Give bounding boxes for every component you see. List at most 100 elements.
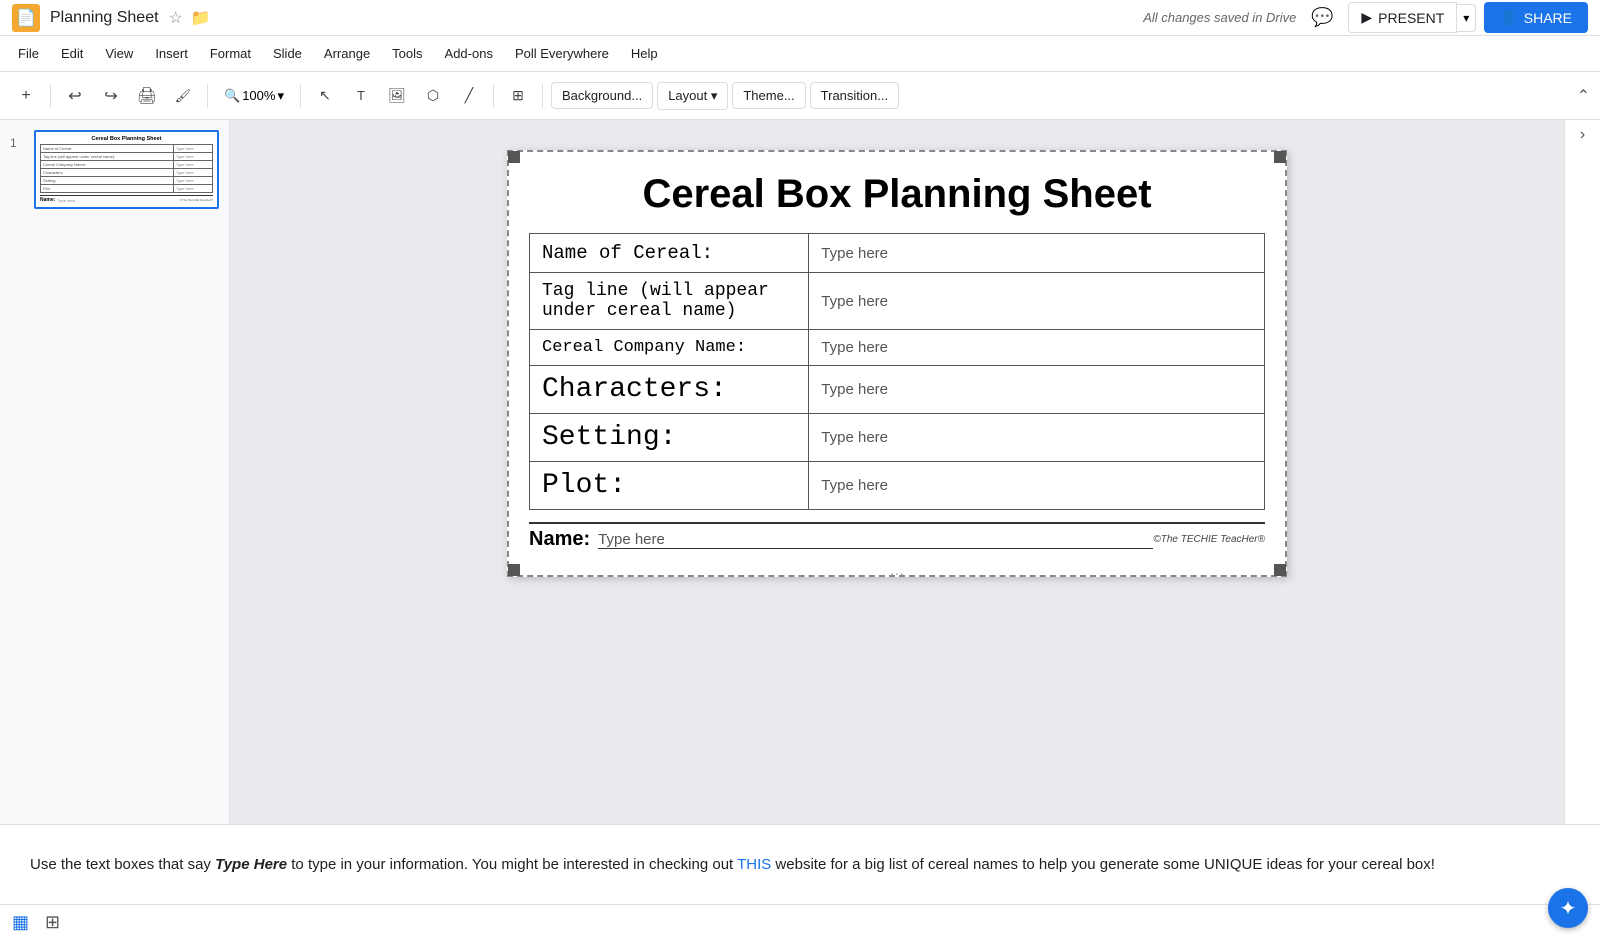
table-row-tagline: Tag line (will appearunder cereal name) … [530,273,1265,330]
assist-button[interactable]: ✦ [1548,888,1588,928]
separator-3 [300,84,301,108]
zoom-control[interactable]: 🔍 100% ▾ [216,84,292,108]
zoom-label: 100% [242,88,275,103]
input-company[interactable]: Type here [809,330,1265,366]
table-row: Cereal Company Name: Type here [41,161,213,169]
table-row: Tag line (will appear under cereal name)… [41,153,213,161]
resize-handle[interactable]: ··· [890,565,904,581]
thumb-name-row: Name: Type here ©The TECHIE TeacHer® [40,195,213,203]
planning-table: Name of Cereal: Type here Tag line (will… [529,233,1265,510]
paint-format-button[interactable]: 🖌 [167,80,199,112]
separator-2 [207,84,208,108]
corner-tl [508,151,520,163]
main-content: 1 Cereal Box Planning Sheet Name of Cere… [0,120,1600,824]
add-button[interactable]: + [10,80,42,112]
corner-tr [1274,151,1286,163]
type-here-emphasis: Type Here [215,856,287,873]
label-plot: Plot: [530,462,809,510]
menu-poll[interactable]: Poll Everywhere [505,42,619,65]
input-characters[interactable]: Type here [809,366,1265,414]
shape-tool[interactable]: ⬡ [417,80,449,112]
menu-slide[interactable]: Slide [263,42,312,65]
name-label: Name: [529,528,590,551]
slide-1-container: 1 Cereal Box Planning Sheet Name of Cere… [10,130,219,209]
share-button[interactable]: 👤 SHARE [1484,2,1588,33]
present-icon: ▶ [1361,9,1372,26]
slideshow-view-button[interactable]: ▦ [12,912,29,933]
table-row-cereal-name: Name of Cereal: Type here [530,234,1265,273]
document-title[interactable]: Planning Sheet [50,9,159,27]
table-row: Setting Type here [41,177,213,185]
menu-format[interactable]: Format [200,42,261,65]
table-row-characters: Characters: Type here [530,366,1265,414]
folder-icon[interactable]: 📁 [191,8,211,28]
menu-help[interactable]: Help [621,42,668,65]
table-row: Characters Type here [41,169,213,177]
text-tool[interactable]: T [345,80,377,112]
input-tagline[interactable]: Type here [809,273,1265,330]
save-status: All changes saved in Drive [1143,10,1296,25]
bottom-note: Use the text boxes that say Type Here to… [0,824,1600,904]
separator-4 [493,84,494,108]
input-cereal-name[interactable]: Type here [809,234,1265,273]
grid-view-button[interactable]: ⊞ [45,912,60,933]
corner-br [1274,564,1286,576]
toolbar-right: ⌃ [1577,86,1590,106]
copyright: ©The TECHIE TeacHer® [1153,534,1265,545]
menu-file[interactable]: File [8,42,49,65]
app-icon: 📄 [12,4,40,32]
transition-button[interactable]: Transition... [810,82,899,109]
present-caret-button[interactable]: ▾ [1457,4,1476,32]
name-input[interactable]: Type here [598,531,1153,549]
thumb-table: Name of Cereal: Type here Tag line (will… [40,144,213,193]
background-button[interactable]: Background... [551,82,653,109]
theme-button[interactable]: Theme... [732,82,805,109]
table-row-plot: Plot: Type here [530,462,1265,510]
collapse-icon[interactable]: ⌃ [1577,88,1590,105]
add-slide-button[interactable]: ⊞ [502,80,534,112]
canvas-area[interactable]: Cereal Box Planning Sheet Name of Cereal… [230,120,1564,824]
collapse-right-icon[interactable]: › [1580,126,1585,144]
table-row: Plot Type here [41,185,213,193]
bottom-note-text: Use the text boxes that say Type Here to… [30,856,1435,873]
print-button[interactable]: 🖨 [131,80,163,112]
slide-title[interactable]: Cereal Box Planning Sheet [529,172,1265,217]
comments-button[interactable]: 💬 [1304,0,1340,36]
bottom-toolbar: ▦ ⊞ [0,904,1600,940]
right-panel: › [1564,120,1600,824]
table-row-setting: Setting: Type here [530,414,1265,462]
present-button-group: ▶ PRESENT ▾ [1348,2,1476,33]
title-icons: ☆ 📁 [169,8,211,28]
zoom-caret: ▾ [277,88,284,104]
menu-arrange[interactable]: Arrange [314,42,380,65]
menu-bar: File Edit View Insert Format Slide Arran… [0,36,1600,72]
slide-number-1: 1 [10,136,26,150]
this-link[interactable]: THIS [737,856,771,873]
table-row-company: Cereal Company Name: Type here [530,330,1265,366]
separator-5 [542,84,543,108]
menu-insert[interactable]: Insert [145,42,198,65]
corner-bl [508,564,520,576]
slide-thumbnail-1[interactable]: Cereal Box Planning Sheet Name of Cereal… [34,130,219,209]
image-tool[interactable]: 🖼 [381,80,413,112]
layout-button[interactable]: Layout ▾ [657,82,728,110]
menu-addons[interactable]: Add-ons [435,42,503,65]
input-plot[interactable]: Type here [809,462,1265,510]
menu-tools[interactable]: Tools [382,42,432,65]
cursor-tool[interactable]: ↖ [309,80,341,112]
present-button[interactable]: ▶ PRESENT [1348,2,1457,33]
menu-edit[interactable]: Edit [51,42,93,65]
table-row: Name of Cereal: Type here [41,145,213,153]
redo-button[interactable]: ↪ [95,80,127,112]
undo-button[interactable]: ↩ [59,80,91,112]
menu-view[interactable]: View [95,42,143,65]
label-setting: Setting: [530,414,809,462]
share-icon: 👤 [1500,9,1517,26]
star-icon[interactable]: ☆ [169,8,183,28]
input-setting[interactable]: Type here [809,414,1265,462]
toolbar: + ↩ ↪ 🖨 🖌 🔍 100% ▾ ↖ T 🖼 ⬡ ╱ ⊞ Backgroun… [0,72,1600,120]
zoom-icon: 🔍 [224,88,240,104]
separator-1 [50,84,51,108]
label-cereal-name: Name of Cereal: [530,234,809,273]
line-tool[interactable]: ╱ [453,80,485,112]
